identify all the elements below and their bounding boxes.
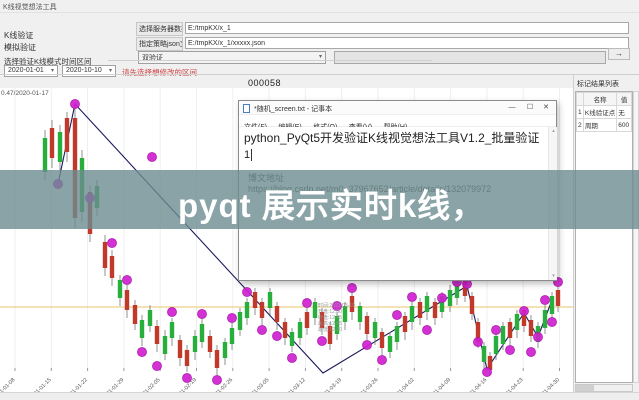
svg-text:2021-01-22: 2021-01-22: [65, 377, 89, 392]
app-window: K线视觉想法工具 K线验证 模拟验证 选择服务器数据文件夹 指定策略json文件…: [0, 0, 639, 400]
svg-text:2021-04-23: 2021-04-23: [500, 377, 524, 392]
notepad-menubar: 文件(F) 编辑(E) 格式(O) 查看(V) 帮助(H): [239, 115, 556, 127]
sidebar-title: 标记结果列表: [577, 79, 619, 89]
chevron-down-icon: ▾: [319, 53, 322, 60]
sidebar-vertical-scrollbar[interactable]: [633, 91, 639, 383]
chart-tooltip: 时间:2021-03-19 开盘:12.60 收盘:12.45 最高:12.85…: [318, 303, 355, 333]
data-folder-input[interactable]: [185, 22, 629, 34]
close-button[interactable]: ✕: [538, 101, 554, 115]
table-row[interactable]: 1 K线验证点 无: [577, 106, 632, 119]
svg-text:2021-04-30: 2021-04-30: [537, 377, 561, 392]
index-header: [577, 93, 584, 106]
notepad-text-line2: 1: [244, 149, 250, 161]
notepad-text-line1: python_PyQt5开发验证K线视觉想法工具V1.2_批量验证: [244, 129, 539, 146]
row-name: K线验证点: [583, 106, 616, 119]
row-value: 无: [617, 106, 632, 119]
date-from-value: 2020-01-01: [8, 67, 44, 74]
svg-text:2021-01-29: 2021-01-29: [101, 377, 125, 392]
table-row[interactable]: 2 周期 600: [577, 119, 632, 132]
data-folder-label: 选择服务器数据文件夹: [136, 22, 183, 36]
x-axis-labels: 2021-01-08 2021-01-15 2021-01-22 2021-01-29…: [0, 368, 561, 392]
notepad-title: *随机_screen.txt - 记事本: [254, 104, 332, 114]
svg-text:2021-03-05: 2021-03-05: [246, 377, 270, 392]
notepad-icon: [243, 104, 250, 113]
name-header: 名称: [583, 93, 616, 106]
json-file-input[interactable]: [185, 37, 629, 49]
notepad-titlebar[interactable]: *随机_screen.txt - 记事本 — ☐ ✕: [239, 101, 556, 115]
row-index: 2: [577, 119, 584, 132]
caption-text: pyqt 展示实时k线，: [178, 179, 485, 227]
svg-text:2021-04-02: 2021-04-02: [392, 377, 416, 392]
result-table: 名称 值 1 K线验证点 无 2 周期 600: [575, 91, 633, 383]
separator: [0, 74, 639, 75]
mode-select[interactable]: 双验证 ▾: [138, 51, 326, 64]
svg-text:2021-02-05: 2021-02-05: [137, 377, 161, 392]
stock-code-label: 000058: [248, 78, 281, 88]
chevron-down-icon: ▾: [109, 67, 112, 74]
text-caret: [251, 149, 252, 161]
svg-text:2021-04-09: 2021-04-09: [428, 377, 452, 392]
date-from-select[interactable]: 2020-01-01 ▾: [4, 65, 58, 77]
svg-text:2021-01-08: 2021-01-08: [0, 377, 16, 392]
svg-text:2021-03-19: 2021-03-19: [319, 377, 343, 392]
table-header-row: 名称 值: [577, 93, 632, 106]
row-index: 1: [577, 106, 584, 119]
mode-output-field[interactable]: [334, 51, 606, 64]
run-arrow-button[interactable]: →: [608, 48, 630, 60]
tooltip-line: 最低:12.30: [318, 327, 355, 333]
svg-text:2021-03-26: 2021-03-26: [355, 377, 379, 392]
date-to-select[interactable]: 2020-10-10 ▾: [62, 65, 116, 77]
window-title: K线视觉想法工具: [0, 0, 639, 13]
sim-verify-label: 模拟验证: [4, 42, 36, 53]
value-header: 值: [617, 93, 632, 106]
groupbox-line: [108, 60, 432, 61]
scroll-down-icon[interactable]: ▾: [549, 272, 558, 280]
range-warning-text: 请先选择想修改的区间: [122, 67, 197, 78]
json-file-label: 指定策略json文件: [136, 37, 183, 51]
row-value: 600: [617, 119, 632, 132]
maximize-button[interactable]: ☐: [522, 101, 538, 115]
svg-text:2021-04-16: 2021-04-16: [464, 377, 488, 392]
chart-peak-annotation: 0.47/2020-01-17: [1, 90, 49, 97]
scrollbar-thumb[interactable]: [576, 385, 594, 391]
row-name: 周期: [583, 119, 616, 132]
status-bar: [0, 392, 639, 400]
svg-text:2021-01-15: 2021-01-15: [29, 377, 53, 392]
caption-overlay-band: pyqt 展示实时k线，: [0, 170, 639, 229]
kline-verify-label: K线验证: [4, 30, 33, 41]
scroll-up-icon[interactable]: ▴: [549, 127, 558, 135]
svg-text:2021-03-12: 2021-03-12: [283, 377, 307, 392]
minimize-button[interactable]: —: [504, 101, 520, 115]
date-to-value: 2020-10-10: [66, 67, 102, 74]
chevron-down-icon: ▾: [51, 67, 54, 74]
